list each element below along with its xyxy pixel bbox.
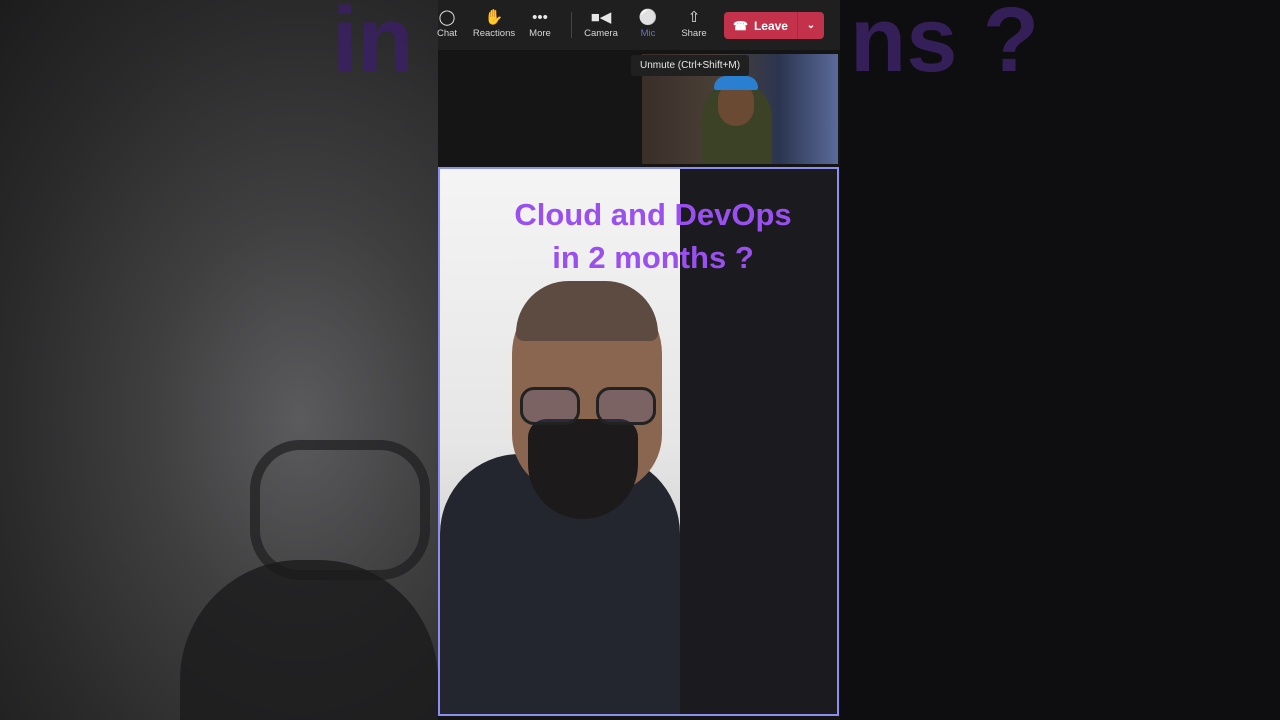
overlay-title: Cloud and DevOps in 2 months ? — [480, 193, 826, 279]
more-icon: ••• — [532, 9, 548, 26]
blurred-title-text-left: in — [332, 0, 414, 91]
overlay-title-line1: Cloud and DevOps — [514, 197, 792, 232]
camera-label: Camera — [584, 28, 618, 39]
leave-label: Leave — [753, 18, 788, 33]
camera-icon: ■◀ — [590, 9, 612, 26]
speaker-hair — [516, 281, 658, 341]
meeting-toolbar: ◯ Chat ✋ Reactions ••• More ■◀ Camera ⚪ Mic ⇧… — [437, 0, 840, 50]
phone-hangup-icon: ☎ — [733, 18, 748, 33]
more-label: More — [529, 28, 551, 39]
share-button[interactable]: ⇧ Share — [669, 8, 719, 39]
unmute-tooltip: Unmute (Ctrl+Shift+M) — [631, 55, 750, 76]
meeting-window: ◯ Chat ✋ Reactions ••• More ■◀ Camera ⚪ Mic ⇧… — [437, 0, 840, 720]
mic-off-icon: ⚪ — [638, 9, 658, 26]
blurred-title-text-right: ns ? — [850, 0, 1040, 91]
reactions-label: Reactions — [472, 28, 516, 39]
overlay-title-line2: in 2 months ? — [552, 240, 754, 275]
blurred-figure — [180, 560, 438, 720]
reactions-button[interactable]: ✋ Reactions — [469, 8, 519, 39]
leave-button[interactable]: ☎ Leave ⌄ — [724, 12, 824, 39]
share-icon: ⇧ — [687, 9, 701, 26]
camera-button[interactable]: ■◀ Camera — [576, 8, 626, 39]
chat-button[interactable]: ◯ Chat — [422, 8, 472, 39]
toolbar-divider — [571, 12, 572, 38]
blurred-background-right: ns ? — [840, 0, 1280, 720]
blurred-glasses — [250, 440, 430, 580]
share-label: Share — [681, 28, 707, 39]
more-button[interactable]: ••• More — [515, 8, 565, 39]
participant-cap — [714, 76, 758, 90]
reactions-icon: ✋ — [484, 9, 504, 26]
speaker-glasses — [520, 387, 656, 427]
main-video-stage[interactable]: Cloud and DevOps in 2 months ? — [438, 167, 839, 716]
chat-label: Chat — [436, 28, 458, 39]
chat-icon: ◯ — [438, 9, 456, 26]
mic-label: Mic — [640, 28, 656, 39]
mic-button[interactable]: ⚪ Mic — [623, 8, 673, 39]
leave-options-chevron-down-icon[interactable]: ⌄ — [798, 12, 824, 39]
blurred-background-left: in — [0, 0, 438, 720]
